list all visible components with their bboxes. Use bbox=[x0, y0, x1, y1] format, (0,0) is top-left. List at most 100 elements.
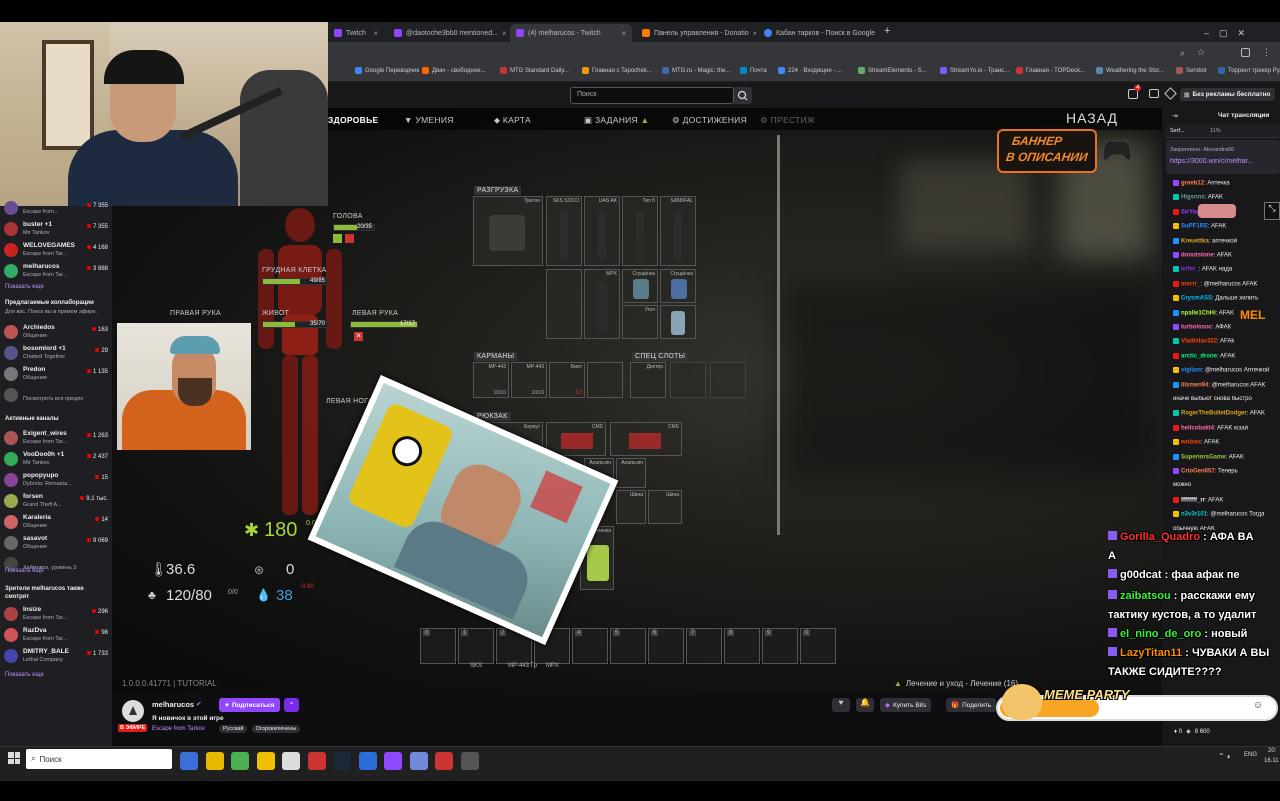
special-slot[interactable] bbox=[710, 362, 746, 398]
windows-start-icon[interactable] bbox=[8, 752, 20, 764]
close-icon[interactable]: × bbox=[753, 29, 756, 38]
bookmark-item[interactable]: Weathering the Stor... bbox=[1096, 67, 1164, 74]
search-button[interactable] bbox=[734, 87, 752, 104]
language-indicator[interactable]: ENG bbox=[1244, 752, 1257, 758]
quick-slot[interactable]: 0 bbox=[800, 628, 836, 664]
tag[interactable]: Dropsвключены bbox=[252, 725, 301, 733]
sidebar-channel[interactable]: buster +1 Mir Tankov 7 355 bbox=[4, 219, 110, 241]
chat-username[interactable]: Vladislav322 bbox=[1181, 339, 1217, 345]
quick-slot[interactable]: 5 bbox=[610, 628, 646, 664]
chat-username[interactable]: SuperiorsGame bbox=[1181, 454, 1226, 460]
sidebar-channel[interactable]: RazDva Escape from Tar... 98 bbox=[4, 625, 110, 647]
discord-icon[interactable] bbox=[409, 752, 428, 770]
chat-username[interactable]: SuPF1RE bbox=[1181, 224, 1208, 230]
tab-prestige[interactable]: ⚙ ПРЕСТИЖ bbox=[760, 115, 815, 126]
item-slot[interactable]: Угол bbox=[622, 305, 658, 339]
chat-username[interactable]: RogerTheBulletDodger bbox=[1181, 411, 1247, 417]
back-button[interactable]: НАЗАД bbox=[1066, 110, 1118, 126]
close-popout-icon[interactable]: ⤡ bbox=[1264, 202, 1280, 220]
chat-username[interactable]: CrioGen657 bbox=[1181, 469, 1215, 475]
special-slot[interactable]: Дихтер bbox=[630, 362, 666, 398]
bookmark-item[interactable]: StreamYo.io - Транс... bbox=[940, 67, 1009, 74]
weapon-slot[interactable]: UAS AK bbox=[584, 196, 620, 266]
show-more-link[interactable]: Показать еще bbox=[5, 672, 44, 678]
bookmark-item[interactable]: Главная - TOPDeck... bbox=[1016, 67, 1085, 74]
backpack-item[interactable]: CMS bbox=[546, 422, 606, 456]
bookmark-item[interactable]: Торрент трекер Ру... bbox=[1218, 67, 1280, 74]
follow-button[interactable]: ♥ Подписаться bbox=[219, 698, 281, 712]
quick-slot[interactable]: 7 bbox=[686, 628, 722, 664]
menu-icon[interactable]: ⋮ bbox=[1262, 47, 1271, 58]
chat-username[interactable]: lilsmen94 bbox=[1181, 382, 1208, 388]
bookmark-item[interactable]: MTG Standard Daily... bbox=[500, 67, 569, 74]
bookmark-item[interactable]: Двач - свободное... bbox=[422, 67, 485, 74]
app-icon[interactable] bbox=[460, 752, 479, 770]
chat-username[interactable]: wolxas bbox=[1181, 440, 1201, 446]
pocket-slot[interactable] bbox=[587, 362, 623, 398]
quick-slot[interactable]: 9 bbox=[762, 628, 798, 664]
extensions-icon[interactable] bbox=[1241, 48, 1250, 57]
show-more-link[interactable]: Показать еще bbox=[5, 568, 44, 574]
app-icon[interactable] bbox=[282, 752, 300, 770]
vscode-icon[interactable] bbox=[358, 752, 377, 770]
sidebar-channel[interactable]: melharucos Escape from Tar... 3 888 bbox=[4, 261, 110, 283]
chat-username[interactable]: arctic_drone bbox=[1181, 353, 1217, 359]
browser-tab-3[interactable]: Панель управления - Donatio × bbox=[636, 24, 756, 42]
backpack-item[interactable]: Шина bbox=[616, 490, 646, 524]
bookmark-item[interactable]: Google Переводчик bbox=[355, 67, 419, 74]
chrome-icon[interactable] bbox=[231, 752, 249, 770]
sidebar-channel[interactable]: Archiedos Общение 163 bbox=[4, 322, 110, 344]
chat-username[interactable]: ffffffff_rr bbox=[1181, 497, 1205, 503]
backpack-item[interactable]: Анальгин bbox=[616, 458, 646, 488]
backpack-item[interactable]: CMS bbox=[610, 422, 682, 456]
sidebar-channel[interactable]: popopyupo Dyboria: Remasta... 15 bbox=[4, 470, 110, 492]
tray-icon[interactable]: ⌃ ◐ bbox=[1218, 752, 1232, 761]
tab-tasks[interactable]: ▣ ЗАДАНИЯ ▲ bbox=[584, 115, 649, 126]
quick-slot[interactable]: 8 bbox=[724, 628, 760, 664]
chat-username[interactable]: leifer_ bbox=[1181, 267, 1199, 273]
clock-date[interactable]: 16.11 bbox=[1264, 758, 1279, 764]
chat-username[interactable]: Kreuettka bbox=[1181, 238, 1209, 244]
sidebar-channel[interactable]: sasavot Общение 9 069 bbox=[4, 533, 110, 555]
whispers-icon[interactable] bbox=[1149, 89, 1159, 98]
channel-points[interactable]: ♦ 0 ◈ 8 600 bbox=[1174, 728, 1210, 736]
notification-bell-icon[interactable]: 🔔 bbox=[856, 698, 874, 712]
sidebar-channel[interactable]: Exigent_wires Escape from Tar... 1 263 bbox=[4, 428, 110, 450]
sidebar-channel[interactable]: WELOVEGAMES Escape from Tar... 4 168 bbox=[4, 240, 110, 262]
rig-cell[interactable] bbox=[546, 269, 582, 339]
sidebar-channel[interactable]: VooDoo0h +1 Mir Tankov 2 437 bbox=[4, 449, 110, 471]
follow-dropdown[interactable]: ⌄ bbox=[284, 698, 299, 712]
pinned-message[interactable] bbox=[1166, 140, 1280, 174]
sidebar-channel[interactable]: bosomlord +1 Chatted Together 29 bbox=[4, 343, 110, 365]
bookmark-item[interactable]: 224 · Входящие - ... bbox=[778, 67, 842, 74]
steam-icon[interactable] bbox=[333, 752, 351, 770]
tab-achievements[interactable]: ⚙ ДОСТИЖЕНИЯ bbox=[672, 115, 747, 126]
app-icon[interactable] bbox=[384, 752, 402, 770]
search-input[interactable]: Поиск bbox=[570, 87, 734, 104]
channel-avatar[interactable] bbox=[122, 700, 144, 722]
chat-username[interactable]: vigilam bbox=[1181, 368, 1202, 374]
browser-tab-2[interactable]: (4) melharucos - Twitch × bbox=[510, 24, 632, 42]
item-slot[interactable] bbox=[660, 305, 696, 339]
zoom-icon[interactable]: ⌕ bbox=[1180, 48, 1185, 59]
file-explorer-icon[interactable] bbox=[205, 752, 224, 770]
chat-username[interactable]: hellcobakt4 bbox=[1181, 425, 1214, 431]
task-view-icon[interactable] bbox=[180, 752, 198, 770]
channel-name[interactable]: melharucos bbox=[152, 700, 194, 709]
backpack-item[interactable]: Шина bbox=[648, 490, 682, 524]
taskbar-search[interactable]: ⌕ Поиск bbox=[26, 749, 172, 769]
pocket-slot[interactable]: MP-443 10/10 bbox=[473, 362, 509, 398]
pocket-slot[interactable]: Бинт 1/2 bbox=[549, 362, 585, 398]
window-controls[interactable]: –▢✕ bbox=[1204, 28, 1255, 39]
chat-username[interactable]: n3v3r101 bbox=[1181, 512, 1207, 518]
star-icon[interactable]: ☆ bbox=[1197, 47, 1205, 58]
quick-slot[interactable]: 1 bbox=[458, 628, 494, 664]
sidebar-channel[interactable]: Посмотреть вся предложения bbox=[4, 385, 110, 407]
quick-slot[interactable]: 4 bbox=[572, 628, 608, 664]
chat-username[interactable]: morrr_ bbox=[1181, 281, 1200, 287]
bookmark-item[interactable]: Главная с Tapochek... bbox=[582, 67, 652, 74]
show-more-link[interactable]: Показать еще bbox=[5, 284, 44, 290]
magazine-slot[interactable]: MPX bbox=[584, 269, 620, 339]
chat-username[interactable]: donutstone bbox=[1181, 253, 1214, 259]
sidebar-channel[interactable]: forsen Grand Theft A... 9,1 тыс. bbox=[4, 491, 110, 513]
